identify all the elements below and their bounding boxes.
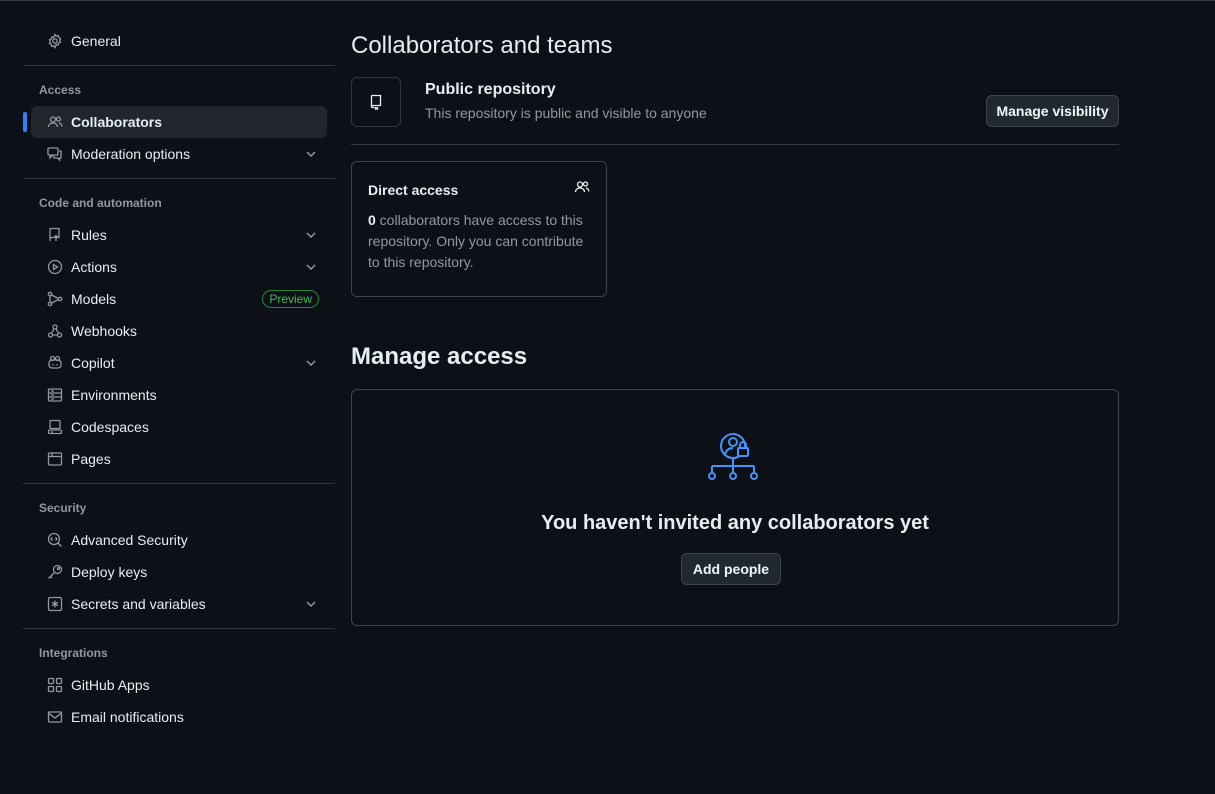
play-icon bbox=[47, 259, 63, 275]
preview-badge: Preview bbox=[262, 290, 319, 308]
settings-sidebar: General Access Collaborators Moderation … bbox=[23, 25, 335, 733]
person-lock-network-icon bbox=[708, 433, 758, 480]
chevron-down-icon[interactable] bbox=[303, 259, 319, 275]
sidebar-item-label: Copilot bbox=[71, 355, 115, 371]
sidebar-group-title: Code and automation bbox=[39, 196, 162, 210]
sidebar-item-secrets-and-variables[interactable]: Secrets and variables bbox=[31, 588, 327, 620]
repo-icon-box bbox=[351, 77, 401, 127]
sidebar-group-title: Security bbox=[39, 501, 87, 515]
sidebar-item-label: General bbox=[71, 33, 121, 49]
sidebar-item-general[interactable]: General bbox=[31, 25, 327, 57]
sidebar-item-webhooks[interactable]: Webhooks bbox=[31, 315, 327, 347]
sidebar-divider bbox=[23, 65, 335, 66]
direct-access-title: Direct access bbox=[368, 182, 459, 198]
sidebar-item-models[interactable]: Models Preview bbox=[31, 283, 327, 315]
sidebar-divider bbox=[23, 628, 335, 629]
chevron-down-icon[interactable] bbox=[303, 227, 319, 243]
sidebar-group-title: Access bbox=[39, 83, 82, 97]
visibility-title: Public repository bbox=[425, 81, 556, 98]
sidebar-item-label: Rules bbox=[71, 227, 107, 243]
sidebar-group-title: Integrations bbox=[39, 646, 108, 660]
sidebar-divider bbox=[23, 178, 335, 179]
sidebar-item-label: Secrets and variables bbox=[71, 596, 206, 612]
add-people-button[interactable]: Add people bbox=[681, 553, 781, 585]
sidebar-item-actions[interactable]: Actions bbox=[31, 251, 327, 283]
mail-icon bbox=[47, 709, 63, 725]
direct-access-text: 0 collaborators have access to this repo… bbox=[368, 210, 590, 273]
sidebar-item-label: Deploy keys bbox=[71, 564, 148, 580]
webhook-icon bbox=[47, 323, 63, 339]
sidebar-item-codespaces[interactable]: Codespaces bbox=[31, 411, 327, 443]
direct-access-card: Direct access 0 collaborators have acces… bbox=[351, 161, 607, 297]
empty-state-title: You haven't invited any collaborators ye… bbox=[541, 512, 929, 534]
chevron-down-icon[interactable] bbox=[303, 355, 319, 371]
browser-icon bbox=[47, 451, 63, 467]
comment-discussion-icon bbox=[47, 146, 63, 162]
visibility-description: This repository is public and visible to… bbox=[425, 105, 707, 121]
chevron-down-icon[interactable] bbox=[303, 146, 319, 162]
manage-visibility-button[interactable]: Manage visibility bbox=[986, 95, 1119, 127]
sidebar-item-label: Actions bbox=[71, 259, 117, 275]
sidebar-item-environments[interactable]: Environments bbox=[31, 379, 327, 411]
people-icon bbox=[574, 181, 590, 193]
sidebar-item-rules[interactable]: Rules bbox=[31, 219, 327, 251]
sidebar-divider bbox=[23, 483, 335, 484]
key-asterisk-icon bbox=[47, 596, 63, 612]
direct-access-description: collaborators have access to this reposi… bbox=[368, 212, 584, 270]
chevron-down-icon[interactable] bbox=[303, 596, 319, 612]
apps-icon bbox=[47, 677, 63, 693]
sidebar-item-label: Models bbox=[71, 291, 117, 307]
sidebar-item-label: Codespaces bbox=[71, 419, 149, 435]
codescan-icon bbox=[47, 532, 63, 548]
repo-push-icon bbox=[47, 227, 63, 243]
sidebar-item-label: Moderation options bbox=[71, 146, 191, 162]
sidebar-item-collaborators[interactable]: Collaborators bbox=[23, 106, 327, 138]
sidebar-item-deploy-keys[interactable]: Deploy keys bbox=[31, 556, 327, 588]
ai-model-icon bbox=[47, 291, 63, 307]
sidebar-item-copilot[interactable]: Copilot bbox=[31, 347, 327, 379]
page-title: Collaborators and teams bbox=[351, 32, 613, 59]
sidebar-item-label: GitHub Apps bbox=[71, 677, 150, 693]
sidebar-item-pages[interactable]: Pages bbox=[31, 443, 327, 475]
visibility-row: Public repository This repository is pub… bbox=[351, 77, 1119, 145]
sidebar-item-label: Webhooks bbox=[71, 323, 137, 339]
repo-icon bbox=[370, 94, 382, 110]
codespaces-icon bbox=[47, 419, 63, 435]
people-icon bbox=[47, 114, 63, 130]
manage-access-title: Manage access bbox=[351, 343, 528, 370]
copilot-icon bbox=[47, 355, 63, 371]
server-icon bbox=[47, 387, 63, 403]
key-icon bbox=[47, 564, 63, 580]
sidebar-item-moderation-options[interactable]: Moderation options bbox=[31, 138, 327, 170]
sidebar-item-label: Environments bbox=[71, 387, 157, 403]
sidebar-item-github-apps[interactable]: GitHub Apps bbox=[31, 669, 327, 701]
sidebar-item-label: Advanced Security bbox=[71, 532, 188, 548]
manage-access-blankslate: You haven't invited any collaborators ye… bbox=[351, 389, 1119, 626]
sidebar-item-email-notifications[interactable]: Email notifications bbox=[31, 701, 327, 733]
gear-icon bbox=[47, 33, 63, 49]
sidebar-item-label: Pages bbox=[71, 451, 111, 467]
sidebar-item-label: Email notifications bbox=[71, 709, 184, 725]
collaborator-count: 0 bbox=[368, 212, 376, 228]
sidebar-item-advanced-security[interactable]: Advanced Security bbox=[31, 524, 327, 556]
sidebar-item-label: Collaborators bbox=[71, 114, 163, 130]
